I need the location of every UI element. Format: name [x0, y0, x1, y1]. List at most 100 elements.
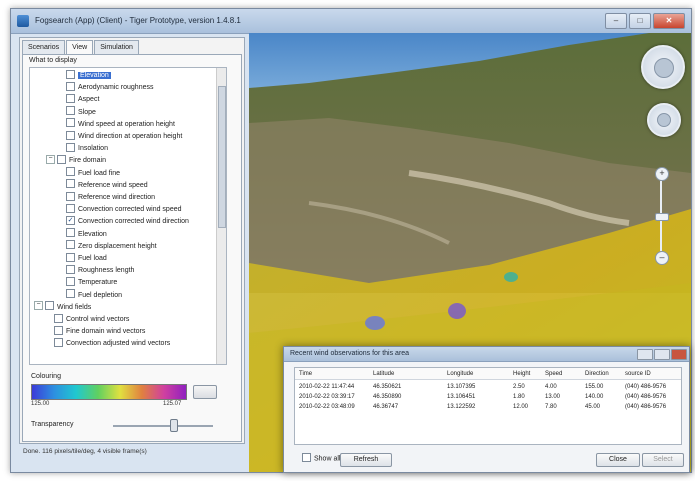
transparency-slider-thumb[interactable]	[170, 419, 178, 432]
tree-item[interactable]: Fine domain wind vectors	[54, 325, 145, 337]
wind-observation-marker[interactable]	[448, 303, 466, 319]
layer-checkbox[interactable]	[54, 313, 63, 323]
layer-checkbox[interactable]	[66, 118, 75, 128]
layer-checkbox[interactable]	[66, 94, 75, 104]
tree-item[interactable]: Roughness length	[66, 264, 134, 276]
layer-checkbox[interactable]	[66, 277, 75, 287]
wind-observation-marker[interactable]	[504, 272, 518, 282]
layer-checkbox[interactable]	[66, 289, 75, 299]
layer-tree[interactable]: Elevation Aerodynamic roughness Aspect Slop…	[29, 67, 227, 365]
layer-checkbox[interactable]	[66, 69, 75, 79]
what-to-display-label: What to display	[29, 57, 77, 64]
tree-item[interactable]: Fuel load fine	[66, 167, 120, 179]
tree-item[interactable]: Temperature	[66, 277, 117, 288]
dialog-close-button[interactable]	[671, 349, 687, 360]
maximize-button[interactable]: □	[629, 13, 651, 29]
expand-collapse-icon[interactable]: −	[34, 301, 43, 311]
look-icon[interactable]	[647, 103, 681, 137]
tree-item[interactable]: Aspect	[66, 94, 99, 105]
tab-simulation[interactable]: Simulation	[94, 40, 139, 54]
layer-checkbox[interactable]	[66, 179, 75, 189]
table-row[interactable]: 2010-02-22 03:39:17 46.350890 13.106451 1.8…	[295, 392, 681, 402]
layer-checkbox[interactable]: ✓	[66, 216, 75, 226]
layer-checkbox[interactable]	[66, 228, 75, 238]
table-cell: (040) 486-9576	[625, 384, 667, 390]
tree-item[interactable]: Aerodynamic roughness	[66, 81, 154, 93]
colour-ramp-button[interactable]	[193, 385, 217, 399]
layer-checkbox[interactable]	[66, 81, 75, 91]
layer-checkbox[interactable]	[66, 203, 75, 213]
zoom-out-icon[interactable]: –	[655, 251, 669, 265]
table-row[interactable]: 2010-02-22 03:48:09 46.36747 13.122592 12.0…	[295, 402, 681, 412]
column-header[interactable]: Latitude	[373, 369, 394, 379]
colour-ramp[interactable]	[31, 384, 187, 400]
wind-observation-marker[interactable]	[365, 316, 385, 330]
tree-item[interactable]: Elevation	[66, 69, 111, 81]
tree-item[interactable]: Slope	[66, 106, 96, 118]
column-header[interactable]: source ID	[625, 369, 651, 379]
tree-item-label: Wind direction at operation height	[78, 133, 183, 140]
layer-checkbox[interactable]	[66, 167, 75, 177]
tree-group[interactable]: − Fire domain	[46, 155, 106, 166]
window-controls: – □ ✕	[605, 13, 685, 29]
column-header[interactable]: Speed	[545, 369, 562, 379]
compass-icon[interactable]	[641, 45, 685, 89]
close-button[interactable]: ✕	[653, 13, 685, 29]
tree-item-label: Elevation	[78, 230, 107, 238]
layer-checkbox[interactable]	[66, 106, 75, 116]
tree-item[interactable]: Elevation	[66, 228, 107, 240]
transparency-slider[interactable]	[113, 425, 213, 427]
column-header[interactable]: Height	[513, 369, 530, 379]
tab-scenarios[interactable]: Scenarios	[22, 40, 66, 54]
select-button[interactable]: Select	[642, 453, 684, 467]
column-header[interactable]: Time	[299, 369, 312, 379]
show-all-checkbox[interactable]	[302, 453, 311, 462]
zoom-slider-thumb[interactable]	[655, 213, 669, 221]
observations-table[interactable]: Time Latitude Longitude Height Speed Directio…	[294, 367, 682, 445]
app-icon	[17, 15, 29, 27]
tree-item[interactable]: Wind direction at operation height	[66, 130, 183, 142]
tree-item[interactable]: Zero displacement height	[66, 240, 157, 252]
layer-checkbox[interactable]	[66, 142, 75, 152]
zoom-in-icon[interactable]: +	[655, 167, 669, 181]
tree-item[interactable]: Reference wind direction	[66, 191, 156, 203]
layer-checkbox[interactable]	[66, 252, 75, 262]
expand-collapse-icon[interactable]: −	[46, 155, 55, 165]
layer-checkbox[interactable]	[66, 264, 75, 274]
tree-item-label: Reference wind direction	[78, 194, 156, 201]
tree-item[interactable]: Wind speed at operation height	[66, 118, 175, 130]
layer-checkbox[interactable]	[54, 338, 63, 348]
layer-checkbox[interactable]	[54, 325, 63, 335]
tab-view[interactable]: View	[66, 40, 94, 55]
dialog-minimize-button[interactable]	[637, 349, 653, 360]
table-row[interactable]: 2010-02-22 11:47:44 46.350621 13.107395 2.5…	[295, 382, 681, 392]
tree-item[interactable]: ✓ Convection corrected wind direction	[66, 216, 189, 227]
table-cell: 12.00	[513, 404, 529, 410]
tree-item[interactable]: Control wind vectors	[54, 313, 129, 325]
show-all-option[interactable]: Show all	[302, 453, 340, 463]
layer-checkbox[interactable]	[66, 130, 75, 140]
transparency-label: Transparency	[31, 421, 74, 428]
tree-scrollbar[interactable]	[216, 68, 226, 364]
minimize-button[interactable]: –	[605, 13, 627, 29]
table-cell: 46.36747	[373, 404, 399, 410]
tree-item[interactable]: Insolation	[66, 142, 108, 154]
dialog-maximize-button[interactable]	[654, 349, 670, 360]
tree-item[interactable]: Convection corrected wind speed	[66, 203, 182, 215]
tree-item[interactable]: Reference wind speed	[66, 179, 148, 191]
table-cell: 155.00	[585, 384, 604, 390]
tree-item[interactable]: Convection adjusted wind vectors	[54, 338, 170, 349]
refresh-button[interactable]: Refresh	[340, 453, 392, 467]
layer-checkbox[interactable]	[45, 301, 54, 311]
layer-checkbox[interactable]	[66, 240, 75, 250]
layer-checkbox[interactable]	[57, 155, 66, 165]
tree-item-label: Convection adjusted wind vectors	[66, 340, 171, 348]
tree-scroll-thumb[interactable]	[218, 86, 226, 228]
tree-item[interactable]: Fuel load	[66, 252, 107, 264]
column-header[interactable]: Longitude	[447, 369, 473, 379]
column-header[interactable]: Direction	[585, 369, 609, 379]
tree-item[interactable]: Fuel depletion	[66, 289, 122, 301]
close-dialog-button[interactable]: Close	[596, 453, 640, 467]
layer-checkbox[interactable]	[66, 191, 75, 201]
tree-group[interactable]: − Wind fields	[34, 301, 91, 313]
